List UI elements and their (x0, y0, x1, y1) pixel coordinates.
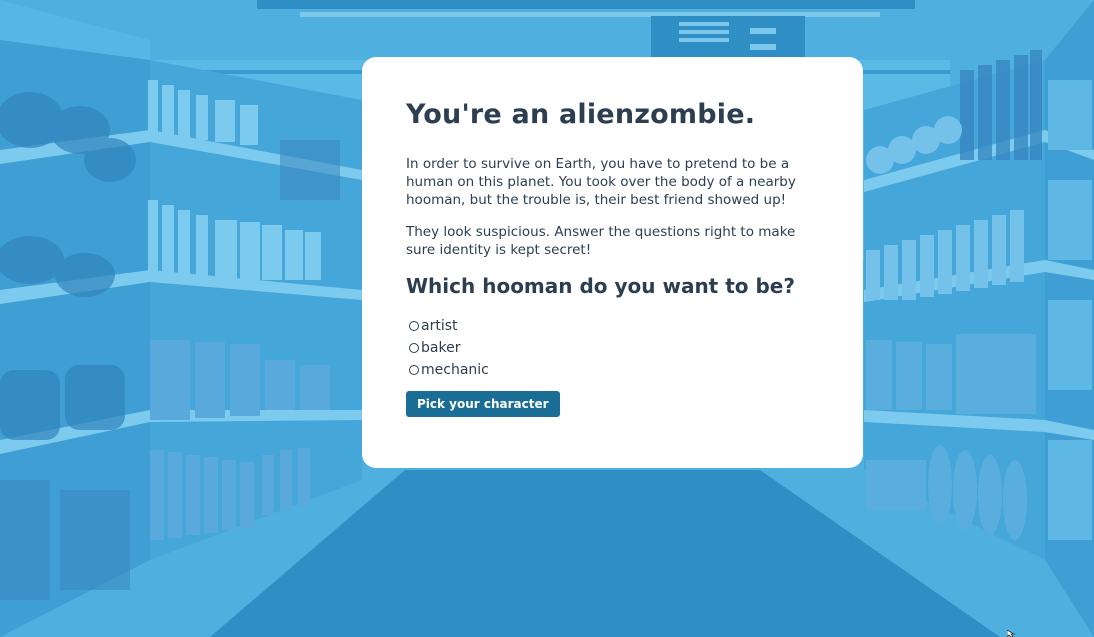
pick-character-button[interactable]: Pick your character (406, 391, 560, 417)
radio-artist[interactable] (409, 321, 419, 331)
quiz-intro: In order to survive on Earth, you have t… (406, 156, 796, 208)
character-options: artist baker mechanic (406, 315, 819, 381)
radio-baker[interactable] (409, 343, 419, 353)
mouse-cursor-icon (1007, 630, 1016, 637)
option-label-mechanic: mechanic (421, 362, 489, 378)
quiz-instructions: They look suspicious. Answer the questio… (406, 224, 796, 258)
question-heading: Which hooman do you want to be? (406, 274, 795, 298)
option-baker[interactable]: baker (406, 337, 819, 359)
option-label-artist: artist (421, 318, 458, 334)
option-mechanic[interactable]: mechanic (406, 359, 819, 381)
radio-mechanic[interactable] (409, 365, 419, 375)
option-artist[interactable]: artist (406, 315, 819, 337)
quiz-card: You're an alienzombie. In order to survi… (362, 57, 863, 468)
quiz-title: You're an alienzombie. (406, 99, 756, 130)
option-label-baker: baker (421, 340, 461, 356)
